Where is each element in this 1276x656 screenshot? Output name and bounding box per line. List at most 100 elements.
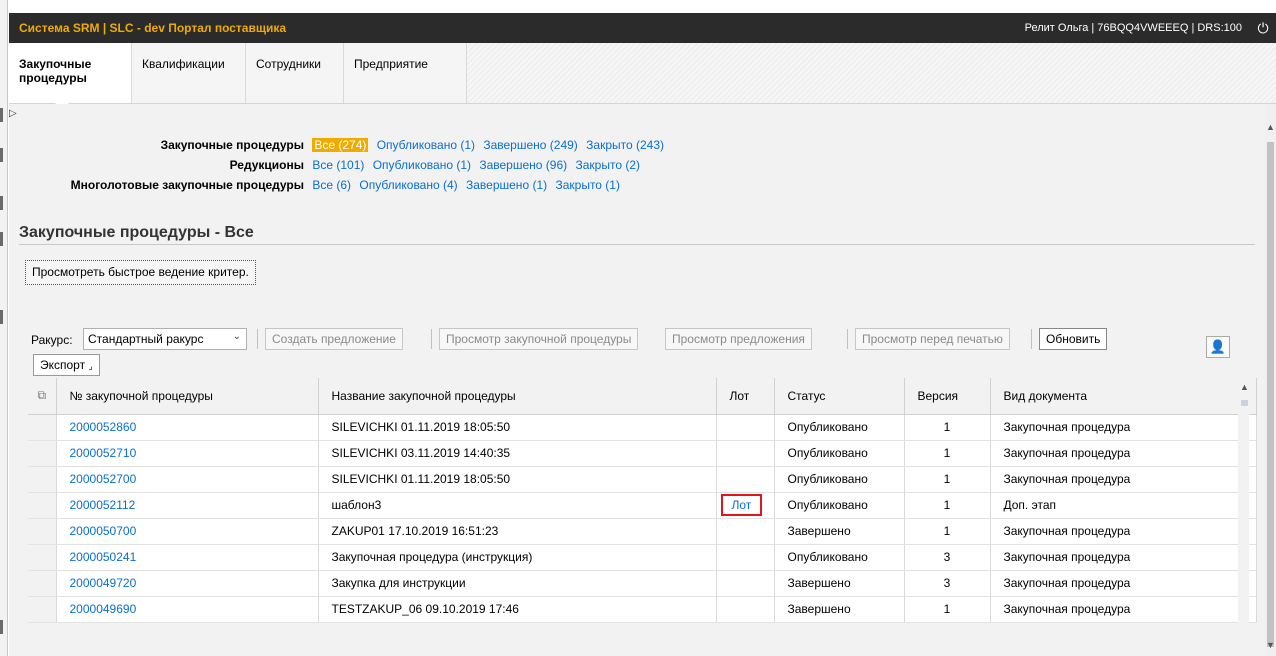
- row-selector[interactable]: [28, 440, 57, 467]
- filter-link-closed[interactable]: Закрыто (243): [586, 138, 664, 152]
- row-selector[interactable]: [28, 518, 57, 545]
- procedure-number-link[interactable]: 2000052112: [70, 498, 136, 512]
- table-scrollbar[interactable]: ▲: [1238, 378, 1249, 656]
- filter-link-completed[interactable]: Завершено (1): [466, 178, 547, 192]
- user-settings-icon[interactable]: 👤: [1206, 336, 1230, 358]
- filter-link-published[interactable]: Опубликовано (1): [377, 138, 475, 152]
- page-scrollbar[interactable]: ▲ ▼: [1265, 104, 1276, 656]
- procedure-number-link[interactable]: 2000052860: [70, 420, 137, 434]
- procedure-number-link[interactable]: 2000050241: [70, 550, 137, 564]
- scroll-up-icon[interactable]: ▲: [1266, 122, 1275, 132]
- procedure-name: Закупка для инструкции: [318, 570, 717, 597]
- expand-icon[interactable]: ▷: [9, 108, 17, 119]
- tab-procurement[interactable]: Закупочные процедуры: [9, 43, 132, 104]
- row-selector[interactable]: [28, 570, 57, 597]
- doctype-cell: Закупочная процедура: [990, 414, 1257, 441]
- tab-label: Предприятие: [354, 57, 428, 71]
- filter-link-completed[interactable]: Завершено (96): [479, 158, 567, 172]
- procedure-name: TESTZAKUP_06 09.10.2019 17:46: [318, 596, 717, 623]
- table-row[interactable]: 2000052112 шаблон3 Лот Опубликовано 1 До…: [28, 492, 1257, 519]
- table-row[interactable]: 2000052710 SILEVICHKI 03.11.2019 14:40:3…: [28, 440, 1257, 467]
- toolbar-separator: [257, 329, 258, 349]
- filter-link-published[interactable]: Опубликовано (4): [359, 178, 457, 192]
- export-label: Экспорт: [40, 358, 86, 372]
- version-cell: 1: [904, 466, 991, 493]
- version-cell: 3: [904, 544, 991, 571]
- doctype-cell: Доп. этап: [990, 492, 1257, 519]
- filter-link-all[interactable]: Все (274): [312, 138, 369, 152]
- status-cell: Завершено: [774, 596, 905, 623]
- column-header[interactable]: Лот: [716, 378, 775, 415]
- procedure-number-link[interactable]: 2000049690: [70, 602, 137, 616]
- row-selector[interactable]: [28, 492, 57, 519]
- create-offer-button[interactable]: Создать предложение: [265, 328, 403, 350]
- table-row[interactable]: 2000049690 TESTZAKUP_06 09.10.2019 17:46…: [28, 596, 1257, 623]
- tab-employees[interactable]: Сотрудники: [246, 43, 344, 103]
- edge-marker: [0, 148, 3, 162]
- scroll-down-icon[interactable]: ▼: [1266, 640, 1275, 650]
- procedure-number-link[interactable]: 2000050700: [70, 524, 137, 538]
- filter-link-all[interactable]: Все (101): [312, 158, 364, 172]
- doctype-cell: Закупочная процедура: [990, 440, 1257, 467]
- column-header[interactable]: Вид документа: [990, 378, 1257, 415]
- column-header[interactable]: Статус: [774, 378, 905, 415]
- filter-link-completed[interactable]: Завершено (249): [483, 138, 577, 152]
- tab-qualifications[interactable]: Квалификации: [132, 43, 246, 103]
- doctype-cell: Закупочная процедура: [990, 518, 1257, 545]
- row-selector[interactable]: [28, 544, 57, 571]
- procedure-number-link[interactable]: 2000052700: [70, 472, 137, 486]
- row-selector[interactable]: [28, 466, 57, 493]
- status-cell: Опубликовано: [774, 440, 905, 467]
- lot-cell: [716, 570, 775, 597]
- table-row[interactable]: 2000050700 ZAKUP01 17.10.2019 16:51:23 З…: [28, 518, 1257, 545]
- column-header[interactable]: Версия: [904, 378, 991, 415]
- procedures-table: ⧉ № закупочной процедуры Название закупо…: [28, 378, 1257, 623]
- scroll-thumb[interactable]: [1241, 400, 1248, 406]
- lot-cell: Лот: [716, 492, 775, 519]
- lot-cell: [716, 544, 775, 571]
- power-icon[interactable]: ⏻: [1250, 20, 1276, 37]
- table-row[interactable]: 2000052860 SILEVICHKI 01.11.2019 18:05:5…: [28, 414, 1257, 441]
- lot-link[interactable]: Лот: [720, 494, 763, 516]
- main-content: ▷ Закупочные процедуры Все (274) Опублик…: [9, 104, 1265, 656]
- view-procedure-button[interactable]: Просмотр закупочной процедуры: [439, 328, 639, 350]
- scroll-thumb[interactable]: [1267, 142, 1274, 647]
- version-cell: 1: [904, 440, 991, 467]
- table-row[interactable]: 2000050241 Закупочная процедура (инструк…: [28, 544, 1257, 571]
- filter-link-published[interactable]: Опубликовано (1): [373, 158, 471, 172]
- table-row[interactable]: 2000052700 SILEVICHKI 01.11.2019 18:05:5…: [28, 466, 1257, 493]
- procedure-name: SILEVICHKI 01.11.2019 18:05:50: [318, 466, 717, 493]
- view-select[interactable]: Стандартный ракурс ⌄: [83, 328, 247, 350]
- toolbar-separator: [847, 329, 848, 349]
- view-offer-button[interactable]: Просмотр предложения: [665, 328, 812, 350]
- filter-link-all[interactable]: Все (6): [312, 178, 351, 192]
- procedure-number-link[interactable]: 2000049720: [70, 576, 137, 590]
- procedure-number-link[interactable]: 2000052710: [70, 446, 137, 460]
- print-preview-button[interactable]: Просмотр перед печатью: [855, 328, 1010, 350]
- filter-label: Многолотовые закупочные процедуры: [70, 178, 304, 192]
- export-button[interactable]: Экспорт ⌟: [33, 354, 100, 376]
- column-header[interactable]: Название закупочной процедуры: [318, 378, 717, 415]
- chevron-down-icon: ⌄: [232, 331, 241, 342]
- procedure-name: ZAKUP01 17.10.2019 16:51:23: [318, 518, 717, 545]
- procedure-name: SILEVICHKI 01.11.2019 18:05:50: [318, 414, 717, 441]
- refresh-button[interactable]: Обновить: [1039, 328, 1108, 350]
- status-cell: Завершено: [774, 518, 905, 545]
- dropdown-corner-icon: ⌟: [88, 361, 93, 371]
- toolbar-separator: [1031, 329, 1032, 349]
- top-navigation: Закупочные процедуры Квалификации Сотруд…: [9, 43, 1276, 104]
- row-selector[interactable]: [28, 414, 57, 441]
- filter-link-closed[interactable]: Закрыто (2): [575, 158, 640, 172]
- row-selector[interactable]: [28, 596, 57, 623]
- tab-enterprise[interactable]: Предприятие: [344, 43, 467, 103]
- view-select-value: Стандартный ракурс: [88, 332, 204, 346]
- filter-link-closed[interactable]: Закрыто (1): [555, 178, 620, 192]
- quick-criteria-button[interactable]: Просмотреть быстрое ведение критер.: [25, 260, 256, 285]
- scroll-up-icon[interactable]: ▲: [1240, 382, 1249, 392]
- column-header[interactable]: № закупочной процедуры: [56, 378, 319, 415]
- table-row[interactable]: 2000049720 Закупка для инструкции Заверш…: [28, 570, 1257, 597]
- version-cell: 1: [904, 518, 991, 545]
- status-cell: Опубликовано: [774, 544, 905, 571]
- lot-cell: [716, 466, 775, 493]
- select-all-icon[interactable]: ⧉: [28, 378, 57, 415]
